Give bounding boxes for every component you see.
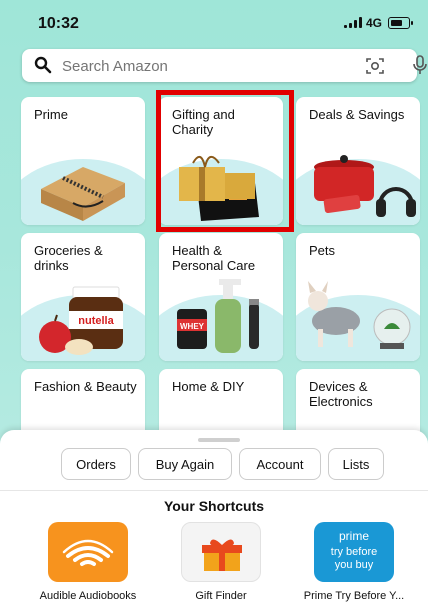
shortcuts-title: Your Shortcuts	[163, 498, 265, 514]
category-label: Prime	[34, 107, 68, 122]
audible-icon[interactable]	[48, 522, 128, 582]
prime-text: prime	[339, 529, 369, 543]
search-bar[interactable]	[22, 49, 427, 82]
buy-again-button[interactable]: Buy Again	[138, 448, 232, 480]
health-products-icon: WHEY	[177, 279, 259, 353]
account-button[interactable]: Account	[239, 448, 321, 480]
battery-icon	[388, 17, 413, 29]
box-icon	[41, 167, 125, 221]
category-label: Groceries & drinks	[34, 243, 103, 273]
shortcut-label: Audible Audiobooks	[39, 590, 137, 602]
category-label: Fashion & Beauty	[34, 379, 137, 394]
category-deals[interactable]: Deals & Savings	[296, 97, 420, 225]
orders-button[interactable]: Orders	[61, 448, 131, 480]
shortcut-label: Gift Finder	[195, 590, 247, 602]
category-label: Deals & Savings	[309, 107, 405, 122]
shortcut-label: Prime Try Before Y...	[303, 590, 405, 602]
microphone-icon[interactable]	[412, 55, 428, 75]
prime-try-icon[interactable]: prime try before you buy	[314, 522, 394, 582]
whey-label: WHEY	[180, 322, 205, 331]
category-label: Health & Personal Care	[172, 243, 256, 273]
camera-scan-icon[interactable]	[365, 56, 385, 76]
drag-handle[interactable]	[198, 438, 240, 442]
category-label: Pets	[309, 243, 336, 258]
grocery-jar-icon: nutella	[39, 286, 123, 355]
bottom-sheet: Orders Buy Again Account Lists Your Shor…	[0, 430, 428, 613]
network-label: 4G	[366, 16, 383, 30]
status-bar: 10:32 4G	[0, 0, 428, 44]
category-pets[interactable]: Pets	[296, 233, 420, 361]
category-prime[interactable]: Prime	[21, 97, 145, 225]
you-buy-text: you buy	[335, 559, 374, 571]
cookware-headphones-icon	[314, 155, 416, 217]
category-gifting[interactable]: Gifting and Charity	[159, 97, 283, 225]
try-before-text: try before	[331, 546, 377, 558]
search-icon	[34, 56, 52, 74]
category-groceries[interactable]: Groceries & drinks nutella	[21, 233, 145, 361]
signal-icon	[344, 17, 362, 28]
category-label: Devices & Electronics	[309, 379, 373, 409]
status-time: 10:32	[38, 15, 79, 32]
nutella-label: nutella	[78, 315, 114, 327]
gift-box-icon	[179, 156, 259, 221]
gift-icon[interactable]	[181, 522, 261, 582]
pet-dog-icon	[308, 281, 411, 349]
search-input[interactable]	[60, 54, 324, 78]
divider	[0, 490, 428, 491]
category-label: Home & DIY	[172, 379, 245, 394]
lists-button[interactable]: Lists	[328, 448, 384, 480]
category-label: Gifting and Charity	[172, 107, 235, 137]
category-health[interactable]: Health & Personal Care WHEY	[159, 233, 283, 361]
